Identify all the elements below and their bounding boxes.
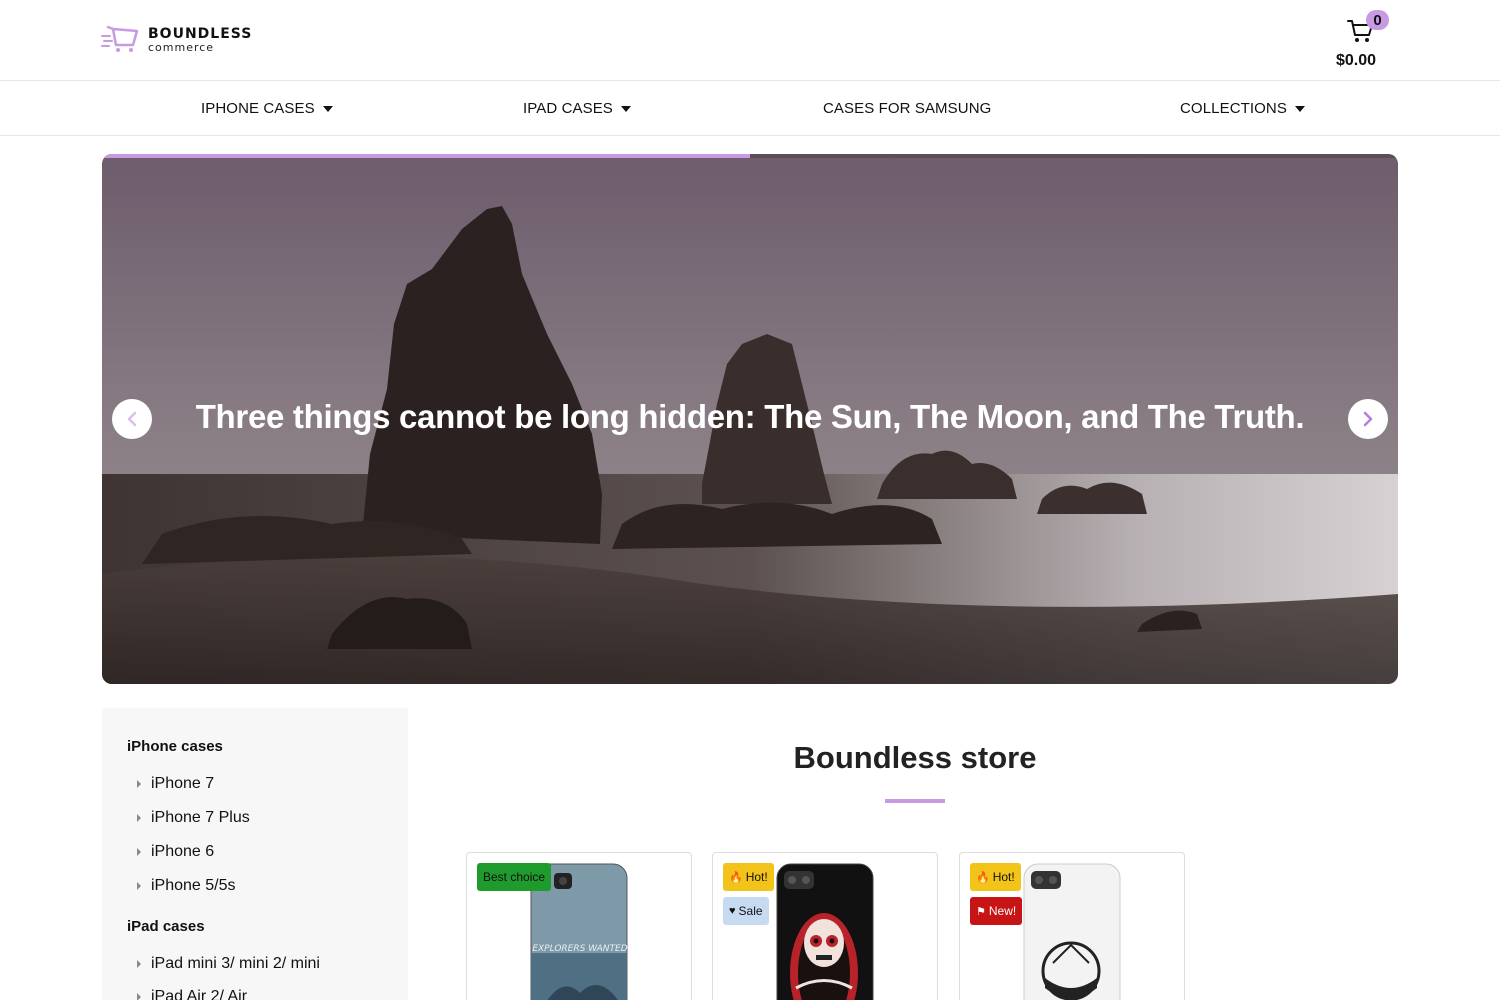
caret-down-icon [1294, 105, 1305, 112]
caret-right-icon [137, 882, 141, 890]
main-nav: IPHONE CASES IPAD CASES CASES FOR SAMSUN… [0, 81, 1500, 136]
nav-item-collections[interactable]: COLLECTIONS [1180, 100, 1305, 117]
sidebar-item-ipad-mini[interactable]: iPad mini 3/ mini 2/ mini [137, 955, 320, 973]
product-card[interactable]: 🔥 Hot! ⚑ New! [959, 852, 1185, 1000]
badge-sale: ♥ Sale [723, 897, 769, 925]
case-print-text: EXPLORERS WANTED [532, 944, 627, 954]
hero-quote: Three things cannot be long hidden: The … [195, 398, 1305, 435]
badge-label: Hot! [992, 870, 1015, 884]
store-title: Boundless store [793, 740, 1037, 775]
nav-item-label: IPAD CASES [523, 100, 613, 117]
nav-item-ipad-cases[interactable]: IPAD CASES [523, 100, 631, 117]
sidebar-item-ipad-air[interactable]: iPad Air 2/ Air [137, 988, 247, 1000]
badge-hot: 🔥 Hot! [723, 863, 774, 891]
badge-hot: 🔥 Hot! [970, 863, 1021, 891]
sidebar-item-label: iPhone 6 [151, 843, 215, 860]
phone-case-image [1023, 863, 1121, 1000]
slider-next-button[interactable] [1348, 399, 1388, 439]
sidebar-item-iphone-5-5s[interactable]: iPhone 5/5s [137, 877, 236, 895]
badge-best-choice: Best choice [477, 863, 552, 891]
sidebar-item-label: iPad mini 3/ mini 2/ mini [151, 955, 320, 972]
hero-slider[interactable]: Three things cannot be long hidden: The … [102, 154, 1398, 684]
badge-label: Hot! [745, 870, 768, 884]
cart-total: $0.00 [1336, 52, 1377, 69]
title-underline [885, 799, 945, 803]
caret-right-icon [137, 780, 141, 788]
sidebar-item-label: iPhone 7 Plus [151, 809, 250, 826]
chevron-left-icon [127, 411, 137, 427]
sidebar-item-iphone-7[interactable]: iPhone 7 [137, 775, 214, 793]
cart-widget[interactable]: 0 $0.00 [1330, 10, 1395, 72]
slider-prev-button[interactable] [112, 399, 152, 439]
sidebar-item-label: iPhone 5/5s [151, 877, 236, 894]
fire-icon: 🔥 [729, 871, 743, 884]
caret-down-icon [322, 105, 333, 112]
chevron-right-icon [1363, 411, 1373, 427]
caret-right-icon [137, 814, 141, 822]
nav-item-label: CASES FOR SAMSUNG [823, 100, 992, 117]
cart-logo-icon [101, 25, 139, 52]
product-card[interactable]: 🔥 Hot! ♥ Sale [712, 852, 938, 1000]
slider-progress-track [102, 154, 1398, 158]
badge-label: Best choice [483, 870, 546, 884]
sidebar-item-iphone-7-plus[interactable]: iPhone 7 Plus [137, 809, 250, 827]
brand-logo[interactable]: BOUNDLESS commerce [101, 24, 252, 56]
caret-right-icon [137, 848, 141, 856]
caret-right-icon [137, 993, 141, 1000]
brand-title: BOUNDLESS [148, 26, 253, 42]
product-card[interactable]: EXPLORERS WANTED Best choice [466, 852, 692, 1000]
fire-icon: 🔥 [976, 871, 990, 884]
nav-item-iphone-cases[interactable]: IPHONE CASES [201, 100, 333, 117]
badge-new: ⚑ New! [970, 897, 1023, 925]
sidebar-heading-iphone-cases[interactable]: iPhone cases [127, 738, 223, 755]
badge-label: New! [988, 904, 1017, 918]
flag-icon: ⚑ [976, 905, 986, 918]
site-header: BOUNDLESS commerce 0 $0.00 [0, 0, 1500, 81]
nav-item-label: COLLECTIONS [1180, 100, 1287, 117]
category-sidebar: iPhone cases iPhone 7 iPhone 7 Plus iPho… [102, 708, 408, 1000]
brand-subtitle: commerce [148, 41, 215, 54]
nav-item-cases-for-samsung[interactable]: CASES FOR SAMSUNG [823, 100, 991, 117]
sidebar-item-label: iPad Air 2/ Air [151, 988, 248, 1000]
phone-case-image [776, 863, 874, 1000]
cart-count-badge: 0 [1366, 10, 1389, 30]
caret-right-icon [137, 960, 141, 968]
heart-icon: ♥ [729, 905, 736, 917]
badge-label: Sale [738, 904, 763, 918]
nav-item-label: IPHONE CASES [201, 100, 315, 117]
sidebar-item-iphone-6[interactable]: iPhone 6 [137, 843, 214, 861]
sidebar-item-label: iPhone 7 [151, 775, 215, 792]
sidebar-heading-ipad-cases[interactable]: iPad cases [127, 918, 205, 935]
caret-down-icon [620, 105, 631, 112]
slider-progress-fill [102, 154, 750, 158]
